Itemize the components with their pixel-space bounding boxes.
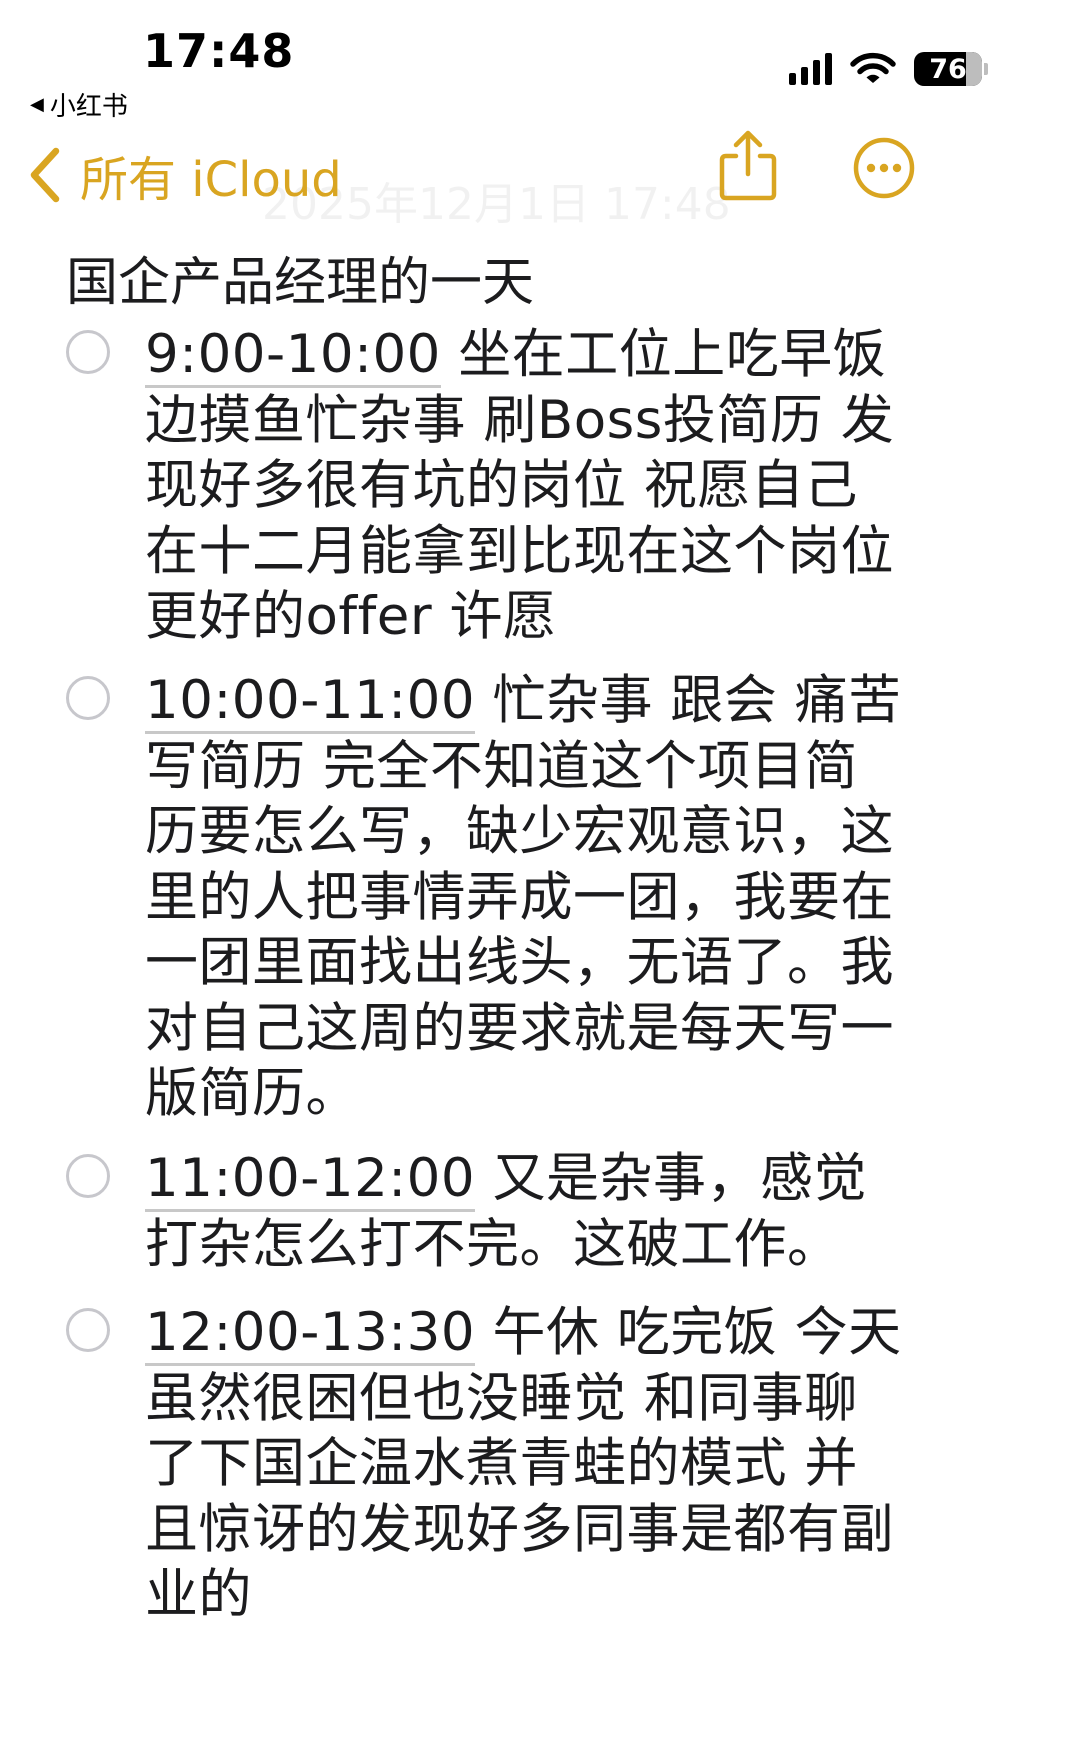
share-button[interactable] [716,128,780,208]
cellular-signal-icon [789,53,832,85]
checkbox[interactable] [66,676,110,720]
notes-screen: 17:48 ◀ 小红书 76 2025年12月1日 17:48 所有 iClou… [0,0,1080,1755]
checklist-item-text[interactable]: 9:00-10:00 坐在工位上吃早饭 边摸鱼忙杂事 刷Boss投简历 发现好多… [145,322,905,650]
back-triangle-icon: ◀ [30,94,44,115]
back-app-label: 小红书 [49,92,128,122]
status-time: 17:48 [143,24,295,78]
back-to-app-link[interactable]: ◀ 小红书 [30,86,128,123]
note-title[interactable]: 国企产品经理的一天 [66,240,534,315]
checkbox[interactable] [66,1308,110,1352]
more-button[interactable] [852,136,916,204]
back-button-label: 所有 iCloud [80,152,342,208]
status-indicators: 76 [789,52,988,86]
wifi-icon [850,52,896,83]
battery-level: 76 [929,53,967,85]
battery-icon: 76 [914,52,988,86]
share-icon [719,130,777,201]
checklist-item-text[interactable]: 11:00-12:00 又是杂事，感觉打杂怎么打不完。这破工作。 [145,1146,905,1277]
back-button[interactable]: 所有 iCloud [28,140,342,210]
item-description: 忙杂事 跟会 痛苦写简历 完全不知道这个项目简历要怎么写，缺少宏观意识，这里的人… [145,670,902,1124]
checklist-item-text[interactable]: 10:00-11:00 忙杂事 跟会 痛苦写简历 完全不知道这个项目简历要怎么写… [145,668,905,1127]
time-range: 12:00-13:30 [145,1302,476,1366]
checkbox[interactable] [66,330,110,374]
checklist-item-text[interactable]: 12:00-13:30 午休 吃完饭 今天虽然很困但也没睡觉 和同事聊了下国企温… [145,1300,905,1628]
ellipsis-circle-icon [853,137,915,199]
time-range: 9:00-10:00 [145,324,441,388]
time-range: 11:00-12:00 [145,1148,476,1212]
checkbox[interactable] [66,1154,110,1198]
time-range: 10:00-11:00 [145,670,476,734]
chevron-left-icon [30,147,60,203]
